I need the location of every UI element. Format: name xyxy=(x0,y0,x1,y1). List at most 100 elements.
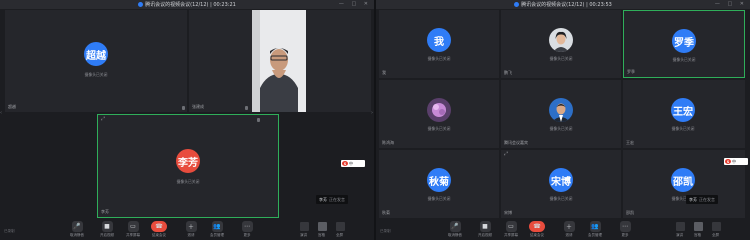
camera-off-status: 摄像头已关闭 xyxy=(549,56,573,61)
microphone-icon: 🎤 xyxy=(449,221,461,232)
meeting-toolbar: 已录制 🎤 取消静音 ■ 开启视频 ▭ 共享屏幕 ☎ 结束会议 ＋邀请 👥 会员管理 ⋯ 更… xyxy=(0,219,374,240)
end-meeting-button[interactable]: ☎ 结束会议 xyxy=(148,221,170,238)
meeting-logo-icon xyxy=(138,2,144,7)
layout-fullscreen-button[interactable] xyxy=(712,222,721,231)
share-icon: ▭ xyxy=(127,221,139,232)
layout-fullscreen-button[interactable] xyxy=(336,222,345,231)
layout-speaker-button[interactable] xyxy=(676,222,685,231)
mic-icon xyxy=(245,106,248,110)
camera-off-status: 摄像头已关闭 xyxy=(176,179,200,184)
video-button[interactable]: ■ 开启视频 xyxy=(96,221,118,238)
share-icon: ▭ xyxy=(505,221,517,232)
participant-tile[interactable]: 张建成 xyxy=(189,10,371,112)
participant-name: 王宏 xyxy=(626,140,634,145)
prev-page-icon[interactable]: ‹ xyxy=(0,110,2,116)
camera-off-status: 摄像头已关闭 xyxy=(672,57,696,62)
ime-logo-icon: S xyxy=(725,159,731,164)
next-page-icon[interactable]: › xyxy=(371,110,373,116)
hangup-icon: ☎ xyxy=(529,221,545,232)
participant-name: 秋菊 xyxy=(382,210,390,215)
camera-icon: ■ xyxy=(479,221,491,232)
more-icon: ⋯ xyxy=(241,221,253,232)
profile-photo xyxy=(549,98,573,122)
more-button[interactable]: ⋯ 更多 xyxy=(614,221,636,238)
window-title: 腾讯会议的视频会议(12/12) | 00:23:21 xyxy=(0,1,374,8)
invite-icon: ＋ xyxy=(563,221,575,232)
profile-photo xyxy=(549,28,573,52)
mic-icon xyxy=(182,106,185,110)
profile-photo xyxy=(427,98,451,122)
members-icon: 👥 xyxy=(589,221,601,232)
video-feed xyxy=(252,10,306,112)
ime-toolbar[interactable]: S中 xyxy=(341,160,365,167)
record-indicator: 已录制 xyxy=(380,229,391,233)
end-meeting-button[interactable]: ☎ 结束会议 xyxy=(526,221,548,238)
layout-grid-button[interactable] xyxy=(318,222,327,231)
meeting-toolbar: 已录制 🎤 取消静音 ■ 开启视频 ▭ 共享屏幕 ☎ 结束会议 ＋邀请 👥 会员管理 ⋯ 更… xyxy=(376,219,750,240)
participant-tile[interactable]: 秋菊 摄像头已关闭 秋菊 xyxy=(379,150,499,218)
window-title: 腾讯会议的视频会议(12/12) | 00:23:53 xyxy=(376,1,750,8)
camera-off-status: 摄像头已关闭 xyxy=(84,72,108,77)
participant-tile-active[interactable]: 罗季 摄像头已关闭 罗季 xyxy=(623,10,745,78)
layout-speaker-button[interactable] xyxy=(300,222,309,231)
mute-button[interactable]: 🎤 取消静音 xyxy=(444,221,466,238)
avatar: 宋博 xyxy=(549,168,573,192)
invite-button[interactable]: ＋邀请 xyxy=(558,221,580,238)
participant-name: 邵凯 xyxy=(626,210,634,215)
window-controls[interactable]: — □ ✕ xyxy=(715,1,747,7)
members-button[interactable]: 👥 会员管理 xyxy=(584,221,606,238)
window-controls[interactable]: — □ ✕ xyxy=(339,1,371,7)
title-bar: 腾讯会议的视频会议(12/12) | 00:23:21 — □ ✕ xyxy=(0,0,374,9)
mute-button[interactable]: 🎤 取消静音 xyxy=(66,221,88,238)
ime-toolbar[interactable]: S中 xyxy=(724,158,748,165)
invite-button[interactable]: ＋邀请 xyxy=(180,221,202,238)
more-icon: ⋯ xyxy=(619,221,631,232)
participant-name: 超越 xyxy=(8,104,16,109)
camera-off-status: 摄像头已关闭 xyxy=(427,196,451,201)
members-icon: 👥 xyxy=(211,221,223,232)
meeting-window-left: 腾讯会议的视频会议(12/12) | 00:23:21 — □ ✕ ‹ 超越 摄… xyxy=(0,0,374,240)
share-screen-button[interactable]: ▭ 共享屏幕 xyxy=(500,221,522,238)
video-button[interactable]: ■ 开启视频 xyxy=(474,221,496,238)
camera-off-status: 摄像头已关闭 xyxy=(427,56,451,61)
ime-logo-icon: S xyxy=(342,161,348,166)
layout-grid-button[interactable] xyxy=(694,222,703,231)
participant-name: 我 xyxy=(382,70,386,75)
speaking-indicator: 李芳 正在发言 xyxy=(316,195,348,204)
invite-icon: ＋ xyxy=(185,221,197,232)
title-bar: 腾讯会议的视频会议(12/12) | 00:23:53 — □ ✕ xyxy=(376,0,750,9)
microphone-icon: 🎤 xyxy=(71,221,83,232)
avatar: 邵凯 xyxy=(671,168,695,192)
participant-name: 陈鸿海 xyxy=(382,140,394,145)
members-button[interactable]: 👥 会员管理 xyxy=(206,221,228,238)
participant-name: 腾讯会议嘉宾 xyxy=(504,140,528,145)
participant-tile[interactable]: 我 摄像头已关闭 我 xyxy=(379,10,499,78)
participant-tile[interactable]: 王宏 摄像头已关闭 王宏 xyxy=(623,80,745,148)
participant-tile[interactable]: 摄像头已关闭 陈鸿海 xyxy=(379,80,499,148)
participant-name: 张建成 xyxy=(192,104,204,109)
avatar: 超越 xyxy=(84,42,108,66)
avatar: 王宏 xyxy=(671,98,695,122)
participant-tile[interactable]: 摄像头已关闭 腾讯会议嘉宾 xyxy=(501,80,621,148)
participant-name: 鹏飞 xyxy=(504,70,512,75)
camera-icon: ■ xyxy=(101,221,113,232)
share-screen-button[interactable]: ▭ 共享屏幕 xyxy=(122,221,144,238)
avatar: 李芳 xyxy=(176,149,200,173)
avatar: 我 xyxy=(427,28,451,52)
camera-off-status: 摄像头已关闭 xyxy=(671,126,695,131)
camera-off-status: 摄像头已关闭 xyxy=(549,196,573,201)
participant-tile[interactable]: 摄像头已关闭 鹏飞 xyxy=(501,10,621,78)
hangup-icon: ☎ xyxy=(151,221,167,232)
speaking-indicator: 李芳 正在发言 xyxy=(686,195,718,204)
participant-tile[interactable]: 超越 摄像头已关闭 超越 xyxy=(5,10,187,112)
more-button[interactable]: ⋯ 更多 xyxy=(236,221,258,238)
pin-icon[interactable]: ⤢ xyxy=(504,151,508,157)
participant-tile-active[interactable]: ⤢ 李芳 摄像头已关闭 李芳 xyxy=(97,114,279,218)
camera-off-status: 摄像头已关闭 xyxy=(427,126,451,131)
participant-tile[interactable]: ⤢ 宋博 摄像头已关闭 宋博 xyxy=(501,150,621,218)
participant-name: 李芳 xyxy=(101,209,109,214)
meeting-window-right: 腾讯会议的视频会议(12/12) | 00:23:53 — □ ✕ 我 摄像头已… xyxy=(376,0,750,240)
camera-off-status: 摄像头已关闭 xyxy=(549,126,573,131)
avatar: 秋菊 xyxy=(427,168,451,192)
pin-icon[interactable]: ⤢ xyxy=(101,116,105,122)
